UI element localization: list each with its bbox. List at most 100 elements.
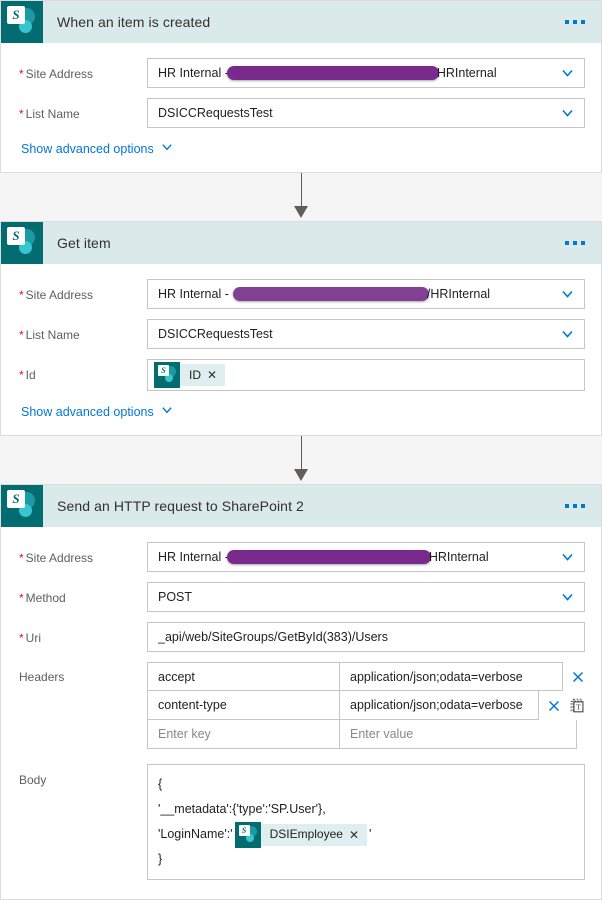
card-title: When an item is created: [57, 14, 211, 30]
site-address-suffix: HRInternal: [436, 66, 497, 80]
sharepoint-icon: S: [154, 362, 180, 388]
field-label: Headers: [19, 670, 65, 684]
field-label: Body: [19, 773, 47, 787]
body-line: {: [158, 777, 163, 791]
dynamic-content-token[interactable]: S DSIEmployee ✕: [234, 821, 367, 848]
method-value: POST: [158, 590, 193, 604]
flow-connector-1: [0, 173, 602, 221]
header-key-input[interactable]: accept: [147, 662, 340, 691]
card-header[interactable]: S When an item is created: [1, 1, 601, 43]
redaction-bar: [226, 66, 439, 80]
card-header[interactable]: S Send an HTTP request to SharePoint 2: [1, 485, 601, 527]
field-label: * Site Address: [19, 551, 94, 565]
redaction-bar: [226, 550, 431, 564]
header-value-input[interactable]: application/json;odata=verbose: [340, 662, 563, 691]
header-value-input-new[interactable]: Enter value: [340, 720, 577, 749]
headers-grid: accept application/json;odata=verbose co…: [147, 662, 585, 749]
required-asterisk: *: [19, 551, 24, 565]
field-label: * List Name: [19, 107, 80, 121]
dynamic-content-token[interactable]: S ID ✕: [154, 362, 226, 388]
header-key-input-new[interactable]: Enter key: [147, 720, 340, 749]
chevron-down-icon: [561, 288, 574, 301]
close-icon[interactable]: [547, 699, 561, 713]
chevron-down-icon: [161, 141, 173, 156]
token-label: ID: [189, 368, 201, 382]
card-body: *Site Address HR Internal - HRInternal: [1, 43, 601, 172]
list-name-value: DSICCRequestsTest: [158, 106, 273, 120]
uri-value: _api/web/SiteGroups/GetById(383)/Users: [158, 630, 388, 644]
id-input[interactable]: S ID ✕: [147, 359, 585, 391]
field-headers: Headers accept application/json;odata=ve…: [1, 657, 601, 754]
chevron-down-icon: [561, 328, 574, 341]
field-site-address: * Site Address HR Internal - HRInternal: [1, 53, 601, 93]
sharepoint-icon: S: [1, 222, 43, 264]
header-value-input[interactable]: application/json;odata=verbose: [340, 691, 539, 720]
field-label: * Site Address: [19, 67, 94, 81]
list-name-value: DSICCRequestsTest: [158, 327, 273, 341]
close-icon[interactable]: ✕: [207, 369, 225, 381]
flow-card-get-item[interactable]: S Get item * Site Address HR Internal - /…: [0, 221, 602, 436]
site-address-suffix: HRInternal: [428, 550, 489, 564]
token-label: DSIEmployee: [269, 827, 343, 841]
required-asterisk: *: [19, 368, 24, 382]
flow-card-when-an-item-is-created[interactable]: S When an item is created * Site Address …: [0, 0, 602, 173]
body-code-editor[interactable]: { '__metadata':{'type':'SP.User'}, 'Logi…: [147, 764, 585, 880]
required-asterisk: *: [19, 107, 24, 121]
ellipsis-icon[interactable]: [565, 20, 585, 24]
required-asterisk: *: [19, 591, 24, 605]
arrow-down-icon: [294, 469, 308, 481]
field-uri: * Uri _api/web/SiteGroups/GetById(383)/Us…: [1, 617, 601, 657]
site-address-suffix: /HRInternal: [426, 287, 491, 301]
sharepoint-icon: S: [1, 485, 43, 527]
arrow-down-icon: [294, 206, 308, 218]
field-list-name: * List Name DSICCRequestsTest: [1, 93, 601, 133]
sharepoint-icon: S: [1, 1, 43, 43]
show-advanced-options-label: Show advanced options: [21, 141, 154, 156]
uri-input[interactable]: _api/web/SiteGroups/GetById(383)/Users: [147, 622, 585, 652]
field-body: Body { '__metadata':{'type':'SP.User'}, …: [1, 754, 601, 885]
chevron-down-icon: [161, 404, 173, 419]
close-icon[interactable]: ✕: [349, 829, 367, 841]
flow-canvas: S When an item is created * Site Address …: [0, 0, 602, 900]
site-address-dropdown[interactable]: HR Internal - /HRInternal: [147, 279, 585, 309]
site-address-prefix: HR Internal -: [158, 66, 229, 80]
required-asterisk: *: [19, 631, 24, 645]
card-title: Send an HTTP request to SharePoint 2: [57, 498, 304, 514]
field-label: * Id: [19, 368, 36, 382]
ellipsis-icon[interactable]: [565, 504, 585, 508]
show-advanced-options-link[interactable]: Show advanced options: [1, 133, 601, 158]
svg-text:T: T: [576, 702, 581, 711]
required-asterisk: *: [19, 288, 24, 302]
redaction-bar: [232, 287, 429, 301]
site-address-dropdown[interactable]: HR Internal - HRInternal: [147, 542, 585, 572]
field-list-name: * List Name DSICCRequestsTest: [1, 314, 601, 354]
site-address-dropdown[interactable]: HR Internal - HRInternal: [147, 58, 585, 88]
body-line: '__metadata':{'type':'SP.User'},: [158, 802, 326, 816]
switch-to-text-mode-icon[interactable]: T: [570, 698, 585, 714]
body-text-after: ': [369, 827, 372, 841]
card-header[interactable]: S Get item: [1, 222, 601, 264]
body-text-before: 'LoginName':': [158, 827, 233, 841]
headers-row: content-type application/json;odata=verb…: [147, 691, 585, 720]
list-name-dropdown[interactable]: DSICCRequestsTest: [147, 98, 585, 128]
field-label: * Uri: [19, 631, 41, 645]
card-body: *Site Address HR Internal - HRInternal: [1, 527, 601, 899]
field-label: * List Name: [19, 328, 80, 342]
show-advanced-options-label: Show advanced options: [21, 404, 154, 419]
field-method: * Method POST: [1, 577, 601, 617]
field-site-address: * Site Address HR Internal - /HRInternal: [1, 274, 601, 314]
list-name-dropdown[interactable]: DSICCRequestsTest: [147, 319, 585, 349]
flow-card-send-an-http-request-to-sharepoint-2[interactable]: S Send an HTTP request to SharePoint 2 *…: [0, 484, 602, 900]
card-title: Get item: [57, 235, 111, 251]
header-key-input[interactable]: content-type: [147, 691, 340, 720]
show-advanced-options-link[interactable]: Show advanced options: [1, 396, 601, 421]
headers-row: accept application/json;odata=verbose: [147, 662, 585, 691]
required-asterisk: *: [19, 328, 24, 342]
chevron-down-icon: [561, 551, 574, 564]
ellipsis-icon[interactable]: [565, 241, 585, 245]
chevron-down-icon: [561, 591, 574, 604]
close-icon[interactable]: [571, 670, 585, 684]
method-dropdown[interactable]: POST: [147, 582, 585, 612]
flow-connector-2: [0, 436, 602, 484]
body-line-with-token: 'LoginName':' S DSIEmployee ✕ ': [158, 821, 574, 848]
